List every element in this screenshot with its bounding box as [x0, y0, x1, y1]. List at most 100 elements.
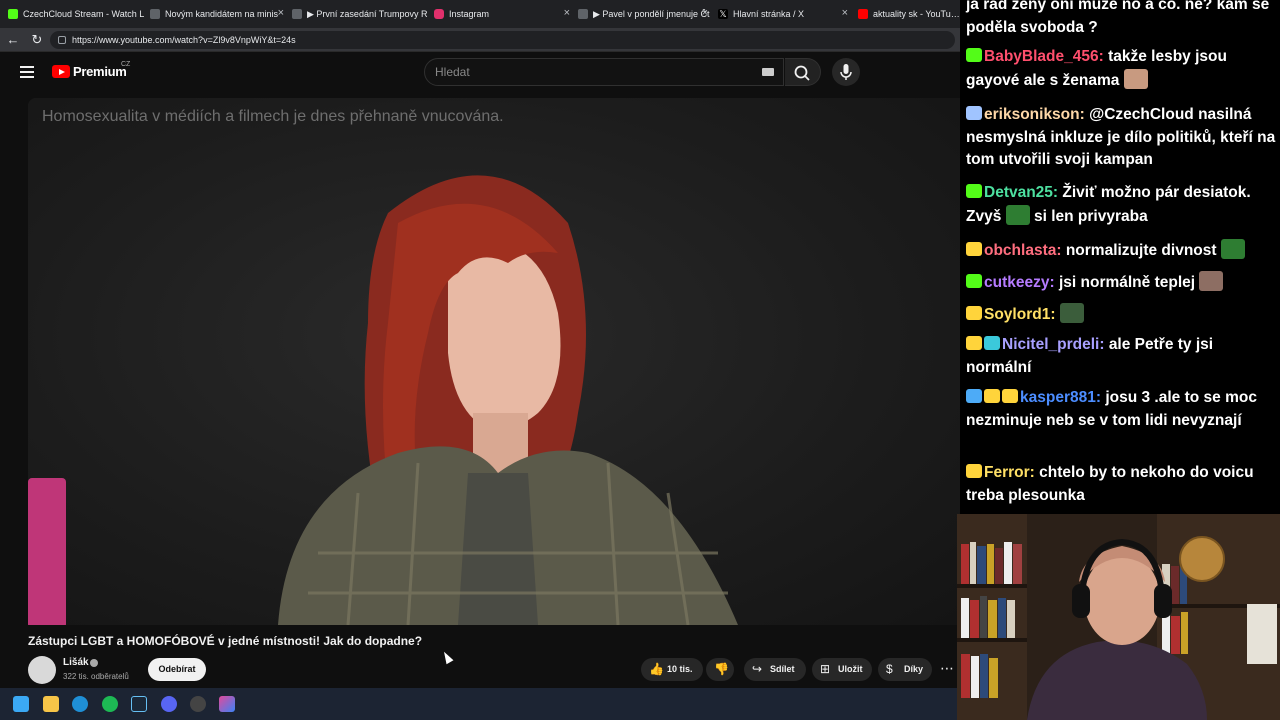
badge-icon — [984, 389, 1000, 403]
chat-username[interactable]: eriksonikson: — [984, 106, 1085, 123]
copilot-icon[interactable] — [219, 696, 235, 712]
badge-icon — [966, 184, 982, 198]
webcam-scene — [957, 514, 1280, 720]
emote-icon — [1005, 204, 1030, 225]
chat-message: Detvan25: Živiť možno pár desiatok. Zvyš… — [966, 182, 1278, 228]
emote-icon — [1123, 68, 1148, 89]
chat-message: Soylord1: — [966, 303, 1278, 327]
message-text: jsi normálně teplej — [1058, 274, 1196, 291]
tab-title: ▶ První zasedání Trumpovy R — [307, 8, 428, 19]
url-text: https://www.youtube.com/watch?v=Zl9v8Vnp… — [72, 35, 296, 45]
chat-username[interactable]: Nicitel_prdeli: — [1002, 336, 1105, 353]
badge-icon — [966, 464, 982, 478]
tab-news-2[interactable]: ▶ První zasedání Trumpovy R — [292, 4, 430, 24]
chat-message: Nicitel_prdeli: ale Petře ty jsi normáln… — [966, 334, 1278, 379]
thumbs-up-icon: 👍 — [649, 662, 664, 676]
chat-username[interactable]: cutkeezy: — [984, 274, 1055, 291]
tab-news-1[interactable]: Novým kandidátem na minis × — [150, 4, 288, 24]
back-icon[interactable]: ← — [4, 31, 22, 49]
like-button[interactable]: 👍 10 tis. — [641, 658, 703, 681]
search-input[interactable]: Hledat — [424, 58, 784, 86]
tab-x[interactable]: 𝕏 Hlavní stránka / X × — [718, 4, 852, 24]
emote-icon — [1199, 271, 1224, 291]
menu-icon[interactable] — [20, 66, 34, 78]
page-icon — [292, 9, 302, 19]
badge-icon — [966, 389, 982, 403]
youtube-header: Premium CZ Hledat — [0, 52, 960, 92]
tab-czechcloud[interactable]: CzechCloud Stream - Watch L — [8, 4, 146, 24]
video-person — [278, 175, 738, 625]
tab-title: Novým kandidátem na minis — [165, 9, 279, 19]
save-button[interactable]: ⊞ Uložit — [812, 658, 872, 681]
voice-search-button[interactable] — [832, 58, 860, 86]
microphone-icon — [840, 64, 852, 80]
browser-window: CzechCloud Stream - Watch L Novým kandid… — [0, 0, 960, 688]
message-text: ja rád ženy oni může no a co. ne? kam se… — [966, 0, 1270, 36]
close-icon[interactable]: × — [842, 7, 848, 19]
tab-strip: CzechCloud Stream - Watch L Novým kandid… — [0, 0, 960, 28]
channel-name[interactable]: Lišák — [63, 657, 89, 668]
thanks-button[interactable]: $ Díky — [878, 658, 932, 681]
subscribe-button[interactable]: Odebírat — [148, 658, 206, 681]
tab-youtube-active[interactable]: aktuality sk - YouTube — [858, 4, 960, 24]
thanks-label: Díky — [904, 664, 924, 674]
steam-icon[interactable] — [131, 696, 147, 712]
background-prop — [28, 478, 66, 625]
file-explorer-icon[interactable] — [43, 696, 59, 712]
chat-message: obchlasta: normalizujte divnost — [966, 239, 1278, 263]
tab-news-3[interactable]: ▶ Pavel v pondělí jmenuje Čt × — [578, 4, 712, 24]
search-icon — [794, 65, 810, 81]
reload-icon[interactable]: ↻ — [28, 31, 46, 49]
url-input[interactable]: https://www.youtube.com/watch?v=Zl9v8Vnp… — [50, 31, 955, 49]
badge-icon — [966, 106, 982, 120]
subscriber-count: 322 tis. odběratelů — [63, 672, 129, 681]
tab-title: CzechCloud Stream - Watch L — [23, 9, 145, 19]
close-icon[interactable]: × — [278, 7, 284, 19]
share-button[interactable]: ↪ Sdílet — [744, 658, 806, 681]
share-label: Sdílet — [770, 664, 795, 674]
chat-username[interactable]: Soylord1: — [984, 306, 1055, 323]
chat-username[interactable]: obchlasta: — [984, 242, 1062, 259]
page-icon — [578, 9, 588, 19]
youtube-logo-icon[interactable] — [52, 65, 70, 78]
verified-icon — [90, 659, 98, 667]
save-label: Uložit — [838, 664, 863, 674]
chat-username[interactable]: kasper881: — [1020, 389, 1101, 406]
keyboard-icon[interactable] — [762, 68, 774, 76]
tab-title: Hlavní stránka / X — [733, 9, 805, 19]
lock-icon — [58, 36, 66, 44]
chat-message: ja rád ženy oni může no a co. ne? kam se… — [966, 0, 1278, 39]
windows-start-icon[interactable] — [13, 696, 29, 712]
thanks-icon: $ — [886, 662, 893, 676]
more-icon[interactable]: ⋯ — [940, 660, 954, 677]
webcam-feed — [957, 514, 1280, 720]
dislike-button[interactable]: 👎 — [706, 658, 734, 681]
kick-icon — [8, 9, 18, 19]
tab-instagram[interactable]: Instagram × — [434, 4, 574, 24]
chat-username[interactable]: BabyBlade_456: — [984, 48, 1104, 65]
badge-icon — [966, 306, 982, 320]
badge-icon — [966, 48, 982, 62]
discord-icon[interactable] — [161, 696, 177, 712]
instagram-icon — [434, 9, 444, 19]
x-logo-icon: 𝕏 — [718, 9, 728, 19]
obs-icon[interactable] — [190, 696, 206, 712]
chat-username[interactable]: Ferror: — [984, 464, 1035, 481]
like-count: 10 tis. — [667, 664, 693, 674]
search-button[interactable] — [785, 58, 821, 86]
message-text: si len privyraba — [1033, 207, 1148, 225]
tab-title: aktuality sk - YouTube — [873, 9, 960, 19]
close-icon[interactable]: × — [702, 7, 708, 19]
avatar[interactable] — [28, 656, 56, 684]
edge-browser-icon[interactable] — [72, 696, 88, 712]
close-icon[interactable]: × — [564, 7, 570, 19]
video-player[interactable]: Homosexualita v médiích a filmech je dne… — [28, 98, 960, 625]
chat-username[interactable]: Detvan25: — [984, 184, 1058, 201]
spotify-icon[interactable] — [102, 696, 118, 712]
badge-icon — [966, 336, 982, 350]
tab-title: ▶ Pavel v pondělí jmenuje Čt — [593, 8, 710, 19]
youtube-icon — [858, 9, 868, 19]
badge-icon — [984, 336, 1000, 350]
badge-icon — [966, 274, 982, 288]
chat-message: cutkeezy: jsi normálně teplej — [966, 271, 1278, 295]
